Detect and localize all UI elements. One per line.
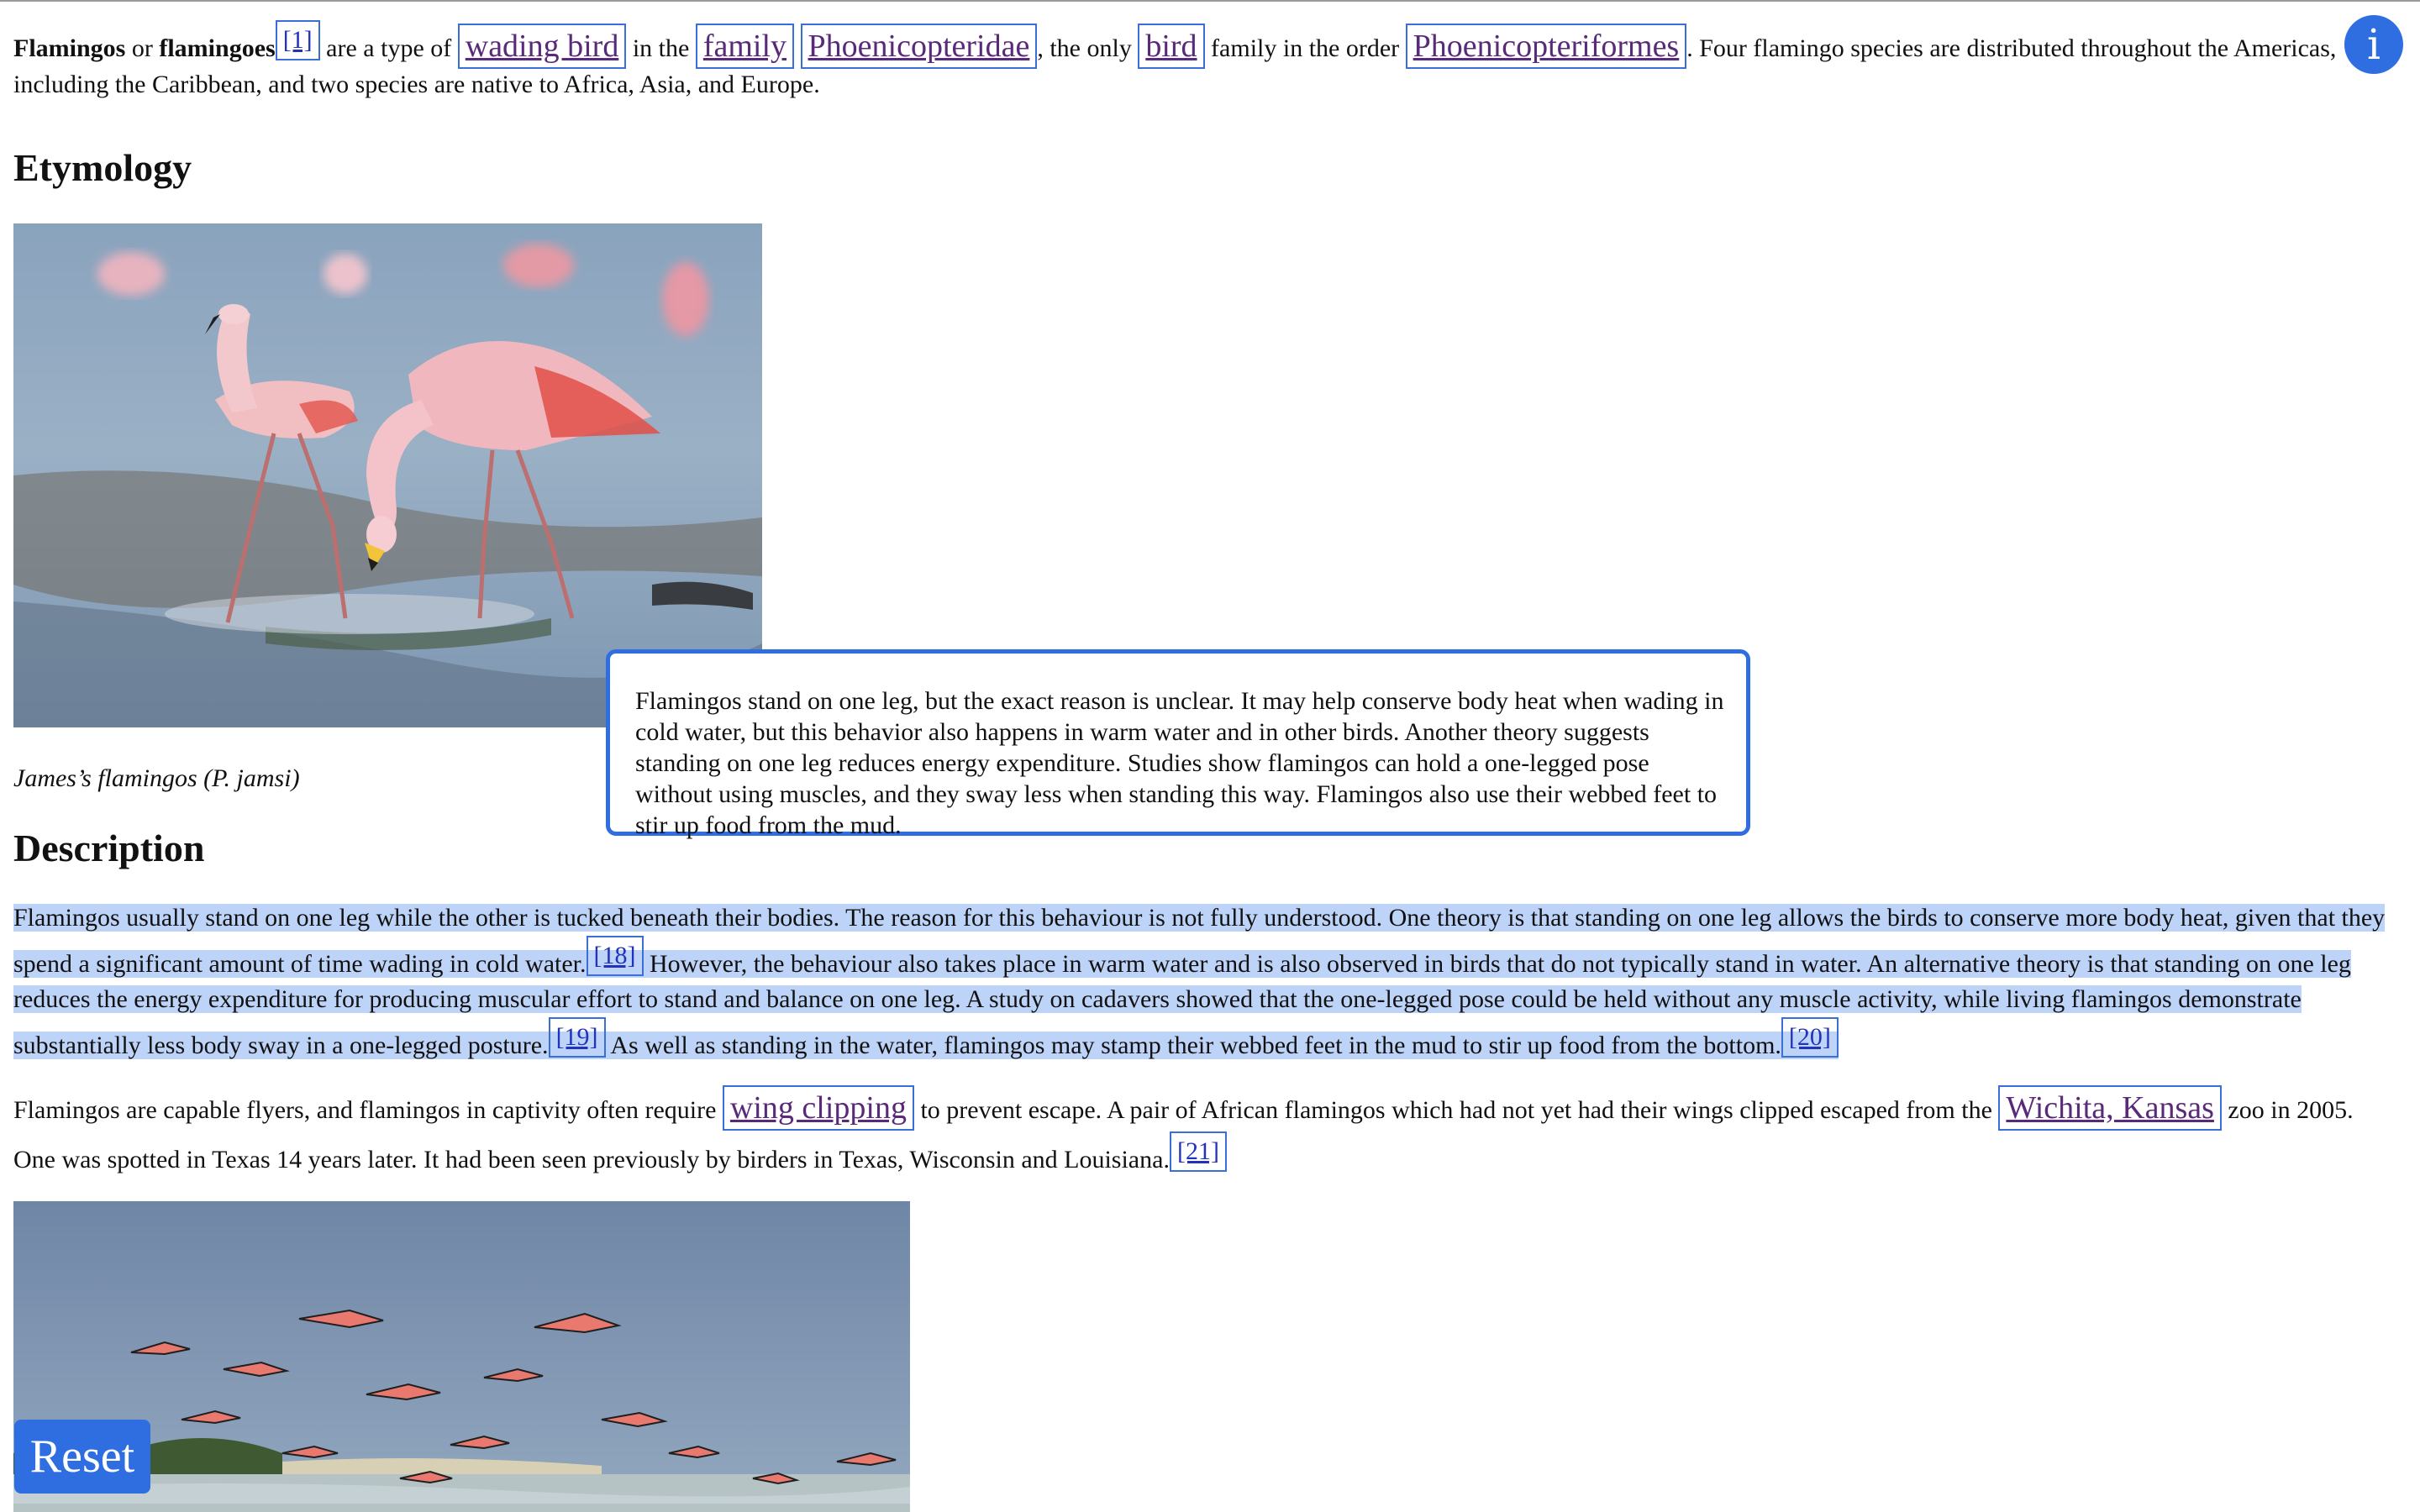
summary-tooltip: Flamingos stand on one leg, but the exac… — [606, 649, 1750, 839]
flight-paragraph: Flamingos are capable flyers, and flamin… — [13, 1085, 2400, 1181]
top-divider — [0, 0, 2420, 2]
bold-term-flamingoes: flamingoes — [159, 34, 276, 62]
citation-1-link[interactable]: [1] — [275, 20, 320, 60]
wichita-kansas-link[interactable]: Wichita, Kansas — [1998, 1085, 2222, 1131]
citation-21-link[interactable]: [21] — [1169, 1131, 1227, 1172]
reset-button[interactable]: Reset — [14, 1420, 150, 1494]
phoenicopteridae-link[interactable]: Phoenicopteridae — [800, 24, 1038, 69]
citation-18-link[interactable]: [18] — [586, 936, 644, 976]
wading-bird-link[interactable]: wading bird — [457, 24, 627, 69]
info-button[interactable]: i — [2344, 15, 2403, 74]
bold-term-flamingos: Flamingos — [13, 34, 126, 62]
highlighted-selection: Flamingos usually stand on one leg while… — [13, 904, 2386, 1059]
citation-19-link[interactable]: [19] — [548, 1017, 606, 1058]
citation-20-link[interactable]: [20] — [1781, 1017, 1839, 1058]
family-link[interactable]: family — [695, 24, 795, 69]
etymology-heading: Etymology — [13, 146, 192, 189]
description-paragraph: Flamingos usually stand on one leg while… — [13, 900, 2400, 1063]
tooltip-text: Flamingos stand on one leg, but the exac… — [635, 687, 1724, 839]
bird-link[interactable]: bird — [1138, 24, 1205, 69]
intro-paragraph: Flamingos or flamingoes [1] are a type of… — [13, 20, 2400, 101]
wing-clipping-link[interactable]: wing clipping — [722, 1085, 914, 1131]
phoenicopteriformes-link[interactable]: Phoenicopteriformes — [1405, 24, 1687, 69]
